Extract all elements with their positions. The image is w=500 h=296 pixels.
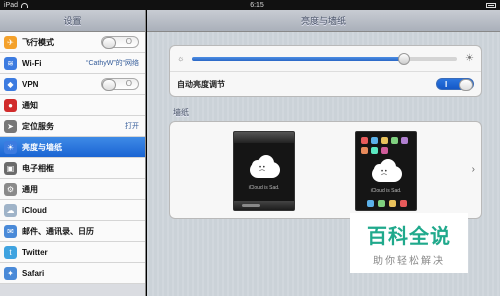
- picture-frame-icon: ▣: [4, 161, 17, 175]
- wallpaper-card[interactable]: • • ⌒ iCloud is Sad. • • ⌒ iCloud is Sad.: [169, 121, 482, 219]
- notification-icon: ●: [4, 98, 17, 112]
- sidebar-item-label: Wi-Fi: [22, 58, 42, 68]
- sidebar-item-label: 定位服务: [22, 121, 54, 131]
- gear-icon: ⚙: [4, 182, 17, 196]
- unlock-slider-bar: [234, 201, 294, 210]
- sun-small-icon: ☼: [177, 54, 185, 63]
- lock-screen-time-bar: [234, 132, 294, 143]
- home-screen-preview[interactable]: • • ⌒ iCloud is Sad.: [355, 131, 417, 211]
- chevron-right-icon: ›: [471, 164, 475, 175]
- watermark-title: 百科全说: [367, 225, 451, 248]
- sidebar-item-value: 打开: [125, 123, 139, 130]
- brightness-card: ☼ ☀ 自动亮度调节: [169, 45, 482, 97]
- sidebar-item-label: 飞行模式: [22, 37, 54, 47]
- home-preview-text: iCloud is Sad.: [370, 188, 402, 194]
- sidebar-item[interactable]: ⚙ 通用: [0, 179, 145, 200]
- sidebar-item[interactable]: ➤ 定位服务 打开: [0, 116, 145, 137]
- sidebar-title: 设置: [0, 10, 145, 32]
- sidebar-item-value: “CathyW”的“网络: [86, 60, 139, 67]
- sidebar-item-label: 邮件、通讯录、日历: [22, 226, 94, 236]
- sidebar-item[interactable]: ✉ 邮件、通讯录、日历: [0, 221, 145, 242]
- auto-brightness-switch[interactable]: [436, 78, 474, 91]
- sidebar-item-label: Twitter: [22, 247, 48, 257]
- brightness-slider-thumb[interactable]: [398, 52, 411, 65]
- sidebar-item[interactable]: ☀ 亮度与墙纸: [0, 137, 145, 158]
- sidebar-item-label: VPN: [22, 79, 39, 89]
- location-icon: ➤: [4, 119, 17, 133]
- device-name: iPad: [4, 1, 19, 9]
- safari-icon: ✦: [4, 266, 17, 280]
- sidebar-item-label: 电子相框: [22, 163, 54, 173]
- sidebar-item[interactable]: ◆ VPN: [0, 74, 145, 95]
- sidebar-item[interactable]: ✦ Safari: [0, 263, 145, 284]
- status-left: iPad: [4, 1, 29, 9]
- sidebar-item-label: iCloud: [22, 205, 47, 215]
- brightness-slider-fill: [192, 56, 405, 61]
- twitter-icon: t: [4, 245, 17, 259]
- mail-icon: ✉: [4, 224, 17, 238]
- toggle-switch[interactable]: [101, 36, 139, 49]
- sidebar-item-label: 亮度与墙纸: [22, 142, 62, 152]
- sun-large-icon: ☀: [465, 53, 474, 64]
- brightness-icon: ☀: [4, 140, 17, 154]
- brightness-slider-row: ☼ ☀: [170, 46, 481, 72]
- sidebar-item-label: 通用: [22, 184, 38, 194]
- wifi-icon: ≋: [4, 56, 17, 70]
- home-dock: [361, 200, 413, 208]
- lock-screen-preview[interactable]: • • ⌒ iCloud is Sad.: [233, 131, 295, 211]
- sidebar-item[interactable]: t Twitter: [0, 242, 145, 263]
- sidebar-item[interactable]: ☁ iCloud: [0, 200, 145, 221]
- watermark-subtitle: 助你轻松解决: [373, 255, 445, 267]
- lock-preview-text: iCloud is Sad.: [248, 185, 280, 191]
- sidebar-item[interactable]: ✈ 飞行模式: [0, 32, 145, 53]
- watermark-logo: 百科全说 助你轻松解决: [350, 213, 468, 273]
- sidebar-list: ✈ 飞行模式 ≋ Wi-Fi “CathyW”的“网络 ◆ VPN ● 通知 ➤ 定位服务 打开 ☀ 亮度…: [0, 32, 145, 284]
- vpn-icon: ◆: [4, 77, 17, 91]
- page-title: 亮度与墙纸: [147, 10, 500, 32]
- wallpaper-section-title: 墙纸: [173, 108, 189, 117]
- home-app-grid: [361, 137, 413, 154]
- sidebar-item-label: Safari: [22, 268, 45, 278]
- settings-sidebar: 设置 ✈ 飞行模式 ≋ Wi-Fi “CathyW”的“网络 ◆ VPN ● 通知 ➤ 定位服务 打开…: [0, 10, 146, 296]
- toggle-switch[interactable]: [101, 78, 139, 91]
- status-bar: iPad 6:15: [0, 0, 500, 10]
- battery-icon: [485, 2, 496, 8]
- wifi-signal-icon: [21, 2, 29, 8]
- cloud-icon: ☁: [4, 203, 17, 217]
- auto-brightness-row: 自动亮度调节: [170, 72, 481, 96]
- status-time: 6:15: [250, 1, 264, 9]
- sidebar-item-label: 通知: [22, 100, 38, 110]
- sad-cloud-icon: • • ⌒: [368, 158, 406, 184]
- sidebar-item[interactable]: ▣ 电子相框: [0, 158, 145, 179]
- auto-brightness-label: 自动亮度调节: [177, 79, 225, 89]
- sad-cloud-icon: • • ⌒: [246, 154, 284, 180]
- sidebar-item[interactable]: ● 通知: [0, 95, 145, 116]
- sidebar-item[interactable]: ≋ Wi-Fi “CathyW”的“网络: [0, 53, 145, 74]
- brightness-slider[interactable]: [192, 52, 458, 65]
- airplane-icon: ✈: [4, 35, 17, 49]
